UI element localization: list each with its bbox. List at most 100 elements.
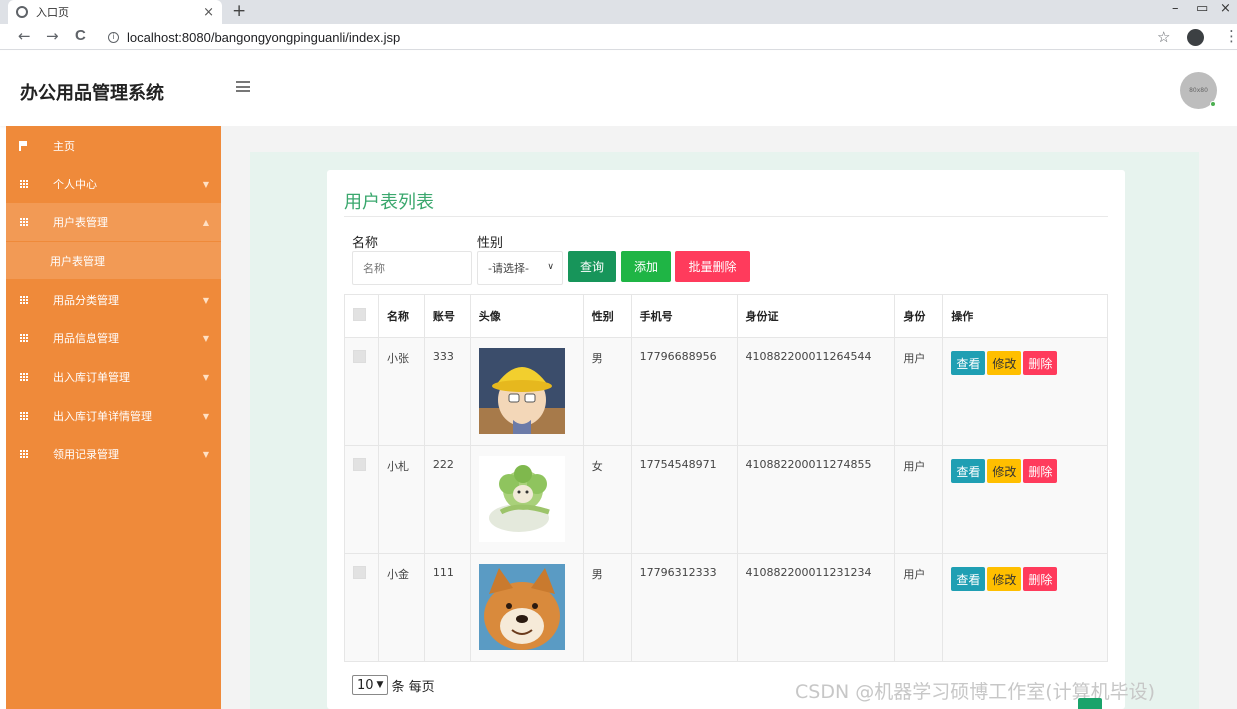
cell-name: 小张 xyxy=(377,337,425,446)
sidebar-item-label: 出入库订单详情管理 xyxy=(53,410,152,423)
url-field[interactable]: i localhost:8080/bangongyongpinguanli/in… xyxy=(108,28,1168,47)
cell-id-card: 410882200011231234 xyxy=(736,553,896,662)
app-header: 办公用品管理系统 80x80 xyxy=(0,51,1237,126)
column-header[interactable]: 名称 xyxy=(377,294,425,338)
grid-icon xyxy=(19,373,28,382)
column-header[interactable]: 手机号 xyxy=(630,294,738,338)
cell-account: 222 xyxy=(423,445,471,554)
edit-button[interactable]: 修改 xyxy=(987,351,1022,375)
row-select-cell xyxy=(344,553,379,662)
cell-id-card: 410882200011274855 xyxy=(736,445,896,554)
cell-gender: 男 xyxy=(582,553,632,662)
row-checkbox[interactable] xyxy=(353,350,366,363)
gender-filter-label: 性别 xyxy=(477,236,504,251)
page-number-button[interactable] xyxy=(1078,698,1102,709)
row-select-cell xyxy=(344,445,379,554)
cell-name: 小金 xyxy=(377,553,425,662)
chevron-down-icon: ▼ xyxy=(202,179,209,189)
view-button[interactable]: 查看 xyxy=(951,351,986,375)
minimize-button[interactable]: – xyxy=(1172,1,1179,16)
edit-button[interactable]: 修改 xyxy=(987,567,1022,591)
globe-icon xyxy=(16,6,28,18)
cell-name: 小札 xyxy=(377,445,425,554)
forward-button[interactable]: → xyxy=(46,27,59,45)
column-header[interactable]: 身份 xyxy=(894,294,944,338)
sidebar-item-label: 领用记录管理 xyxy=(53,448,119,461)
gender-select-value: -请选择- xyxy=(488,262,529,275)
sidebar-item-category[interactable]: 用品分类管理 ▼ xyxy=(6,281,221,319)
cell-phone: 17796688956 xyxy=(630,337,738,446)
grid-icon xyxy=(19,334,28,343)
pagination-size: 10 ▼ 条 每页 xyxy=(352,675,435,695)
search-button[interactable]: 查询 xyxy=(568,251,616,282)
name-search-input[interactable] xyxy=(352,251,472,285)
avatar-placeholder-text: 80x80 xyxy=(1189,87,1208,94)
sidebar-item-label: 用户表管理 xyxy=(53,216,108,229)
back-button[interactable]: ← xyxy=(18,27,31,45)
sidebar-subitem-user-table[interactable]: 用户表管理 xyxy=(6,242,221,279)
column-header[interactable]: 性别 xyxy=(582,294,632,338)
cell-actions: 查看 修改 删除 xyxy=(942,337,1108,446)
sidebar-item-orders[interactable]: 出入库订单管理 ▼ xyxy=(6,358,221,396)
gender-select[interactable]: -请选择- ∨ xyxy=(477,251,563,285)
bookmark-star-icon[interactable]: ☆ xyxy=(1157,28,1170,46)
restore-button[interactable]: ▭ xyxy=(1196,1,1208,16)
browser-menu-icon[interactable]: ⋮ xyxy=(1224,27,1237,45)
user-avatar[interactable]: 80x80 xyxy=(1180,72,1217,109)
site-info-icon[interactable]: i xyxy=(108,32,119,43)
window-close-button[interactable]: × xyxy=(1220,1,1231,16)
column-header[interactable]: 身份证 xyxy=(736,294,896,338)
select-all-checkbox[interactable] xyxy=(353,308,366,321)
profile-icon[interactable] xyxy=(1187,29,1204,46)
delete-button[interactable]: 删除 xyxy=(1023,567,1058,591)
tab-title: 入口页 xyxy=(36,6,69,19)
cell-id-card: 410882200011264544 xyxy=(736,337,896,446)
column-header[interactable]: 账号 xyxy=(423,294,471,338)
row-checkbox[interactable] xyxy=(353,566,366,579)
grid-icon xyxy=(19,180,28,189)
edit-button[interactable]: 修改 xyxy=(987,459,1022,483)
browser-tab[interactable]: 入口页 × xyxy=(8,0,222,24)
brand-title: 办公用品管理系统 xyxy=(20,83,164,104)
cell-phone: 17796312333 xyxy=(630,553,738,662)
chevron-down-icon: ▼ xyxy=(202,449,209,459)
sidebar-item-records[interactable]: 领用记录管理 ▼ xyxy=(6,435,221,473)
grid-icon xyxy=(19,218,28,227)
column-header: 操作 xyxy=(942,294,1108,338)
sidebar-item-order-details[interactable]: 出入库订单详情管理 ▼ xyxy=(6,397,221,435)
sidebar-item-supplies[interactable]: 用品信息管理 ▼ xyxy=(6,319,221,357)
page-title: 用户表列表 xyxy=(344,192,434,213)
cell-account: 333 xyxy=(423,337,471,446)
cell-avatar xyxy=(469,553,584,662)
sidebar-item-label: 出入库订单管理 xyxy=(53,371,130,384)
row-checkbox[interactable] xyxy=(353,458,366,471)
view-button[interactable]: 查看 xyxy=(951,567,986,591)
sidebar-item-personal-center[interactable]: 个人中心 ▼ xyxy=(6,165,221,203)
shiba-dog-avatar xyxy=(478,564,565,650)
delete-button[interactable]: 删除 xyxy=(1023,459,1058,483)
new-tab-button[interactable]: + xyxy=(232,1,246,21)
cell-actions: 查看 修改 删除 xyxy=(942,445,1108,554)
chevron-down-icon: ▼ xyxy=(202,295,209,305)
view-button[interactable]: 查看 xyxy=(951,459,986,483)
delete-button[interactable]: 删除 xyxy=(1023,351,1058,375)
user-table: 名称 账号 头像 性别 手机号 身份证 身份 操作 小张 333 男 17796… xyxy=(344,294,1108,662)
sidebar-item-label: 用品分类管理 xyxy=(53,294,119,307)
cell-gender: 女 xyxy=(582,445,632,554)
add-button[interactable]: 添加 xyxy=(621,251,671,282)
cell-role: 用户 xyxy=(894,337,944,446)
tab-close-icon[interactable]: × xyxy=(203,5,214,20)
grid-icon xyxy=(19,296,28,305)
chevron-down-icon: ∨ xyxy=(547,262,554,272)
sidebar-item-home[interactable]: 主页 xyxy=(6,127,221,165)
cell-avatar xyxy=(469,445,584,554)
batch-delete-button[interactable]: 批量删除 xyxy=(675,251,750,282)
table-header-row: 名称 账号 头像 性别 手机号 身份证 身份 操作 xyxy=(344,294,1108,338)
reload-button[interactable]: C xyxy=(75,27,86,44)
page-size-select[interactable]: 10 ▼ xyxy=(352,675,389,695)
sidebar-item-user-table[interactable]: 用户表管理 ▲ xyxy=(6,203,221,241)
cell-actions: 查看 修改 删除 xyxy=(942,553,1108,662)
hamburger-menu-icon[interactable] xyxy=(236,81,250,92)
column-header: 头像 xyxy=(469,294,584,338)
chevron-down-icon: ▼ xyxy=(202,411,209,421)
